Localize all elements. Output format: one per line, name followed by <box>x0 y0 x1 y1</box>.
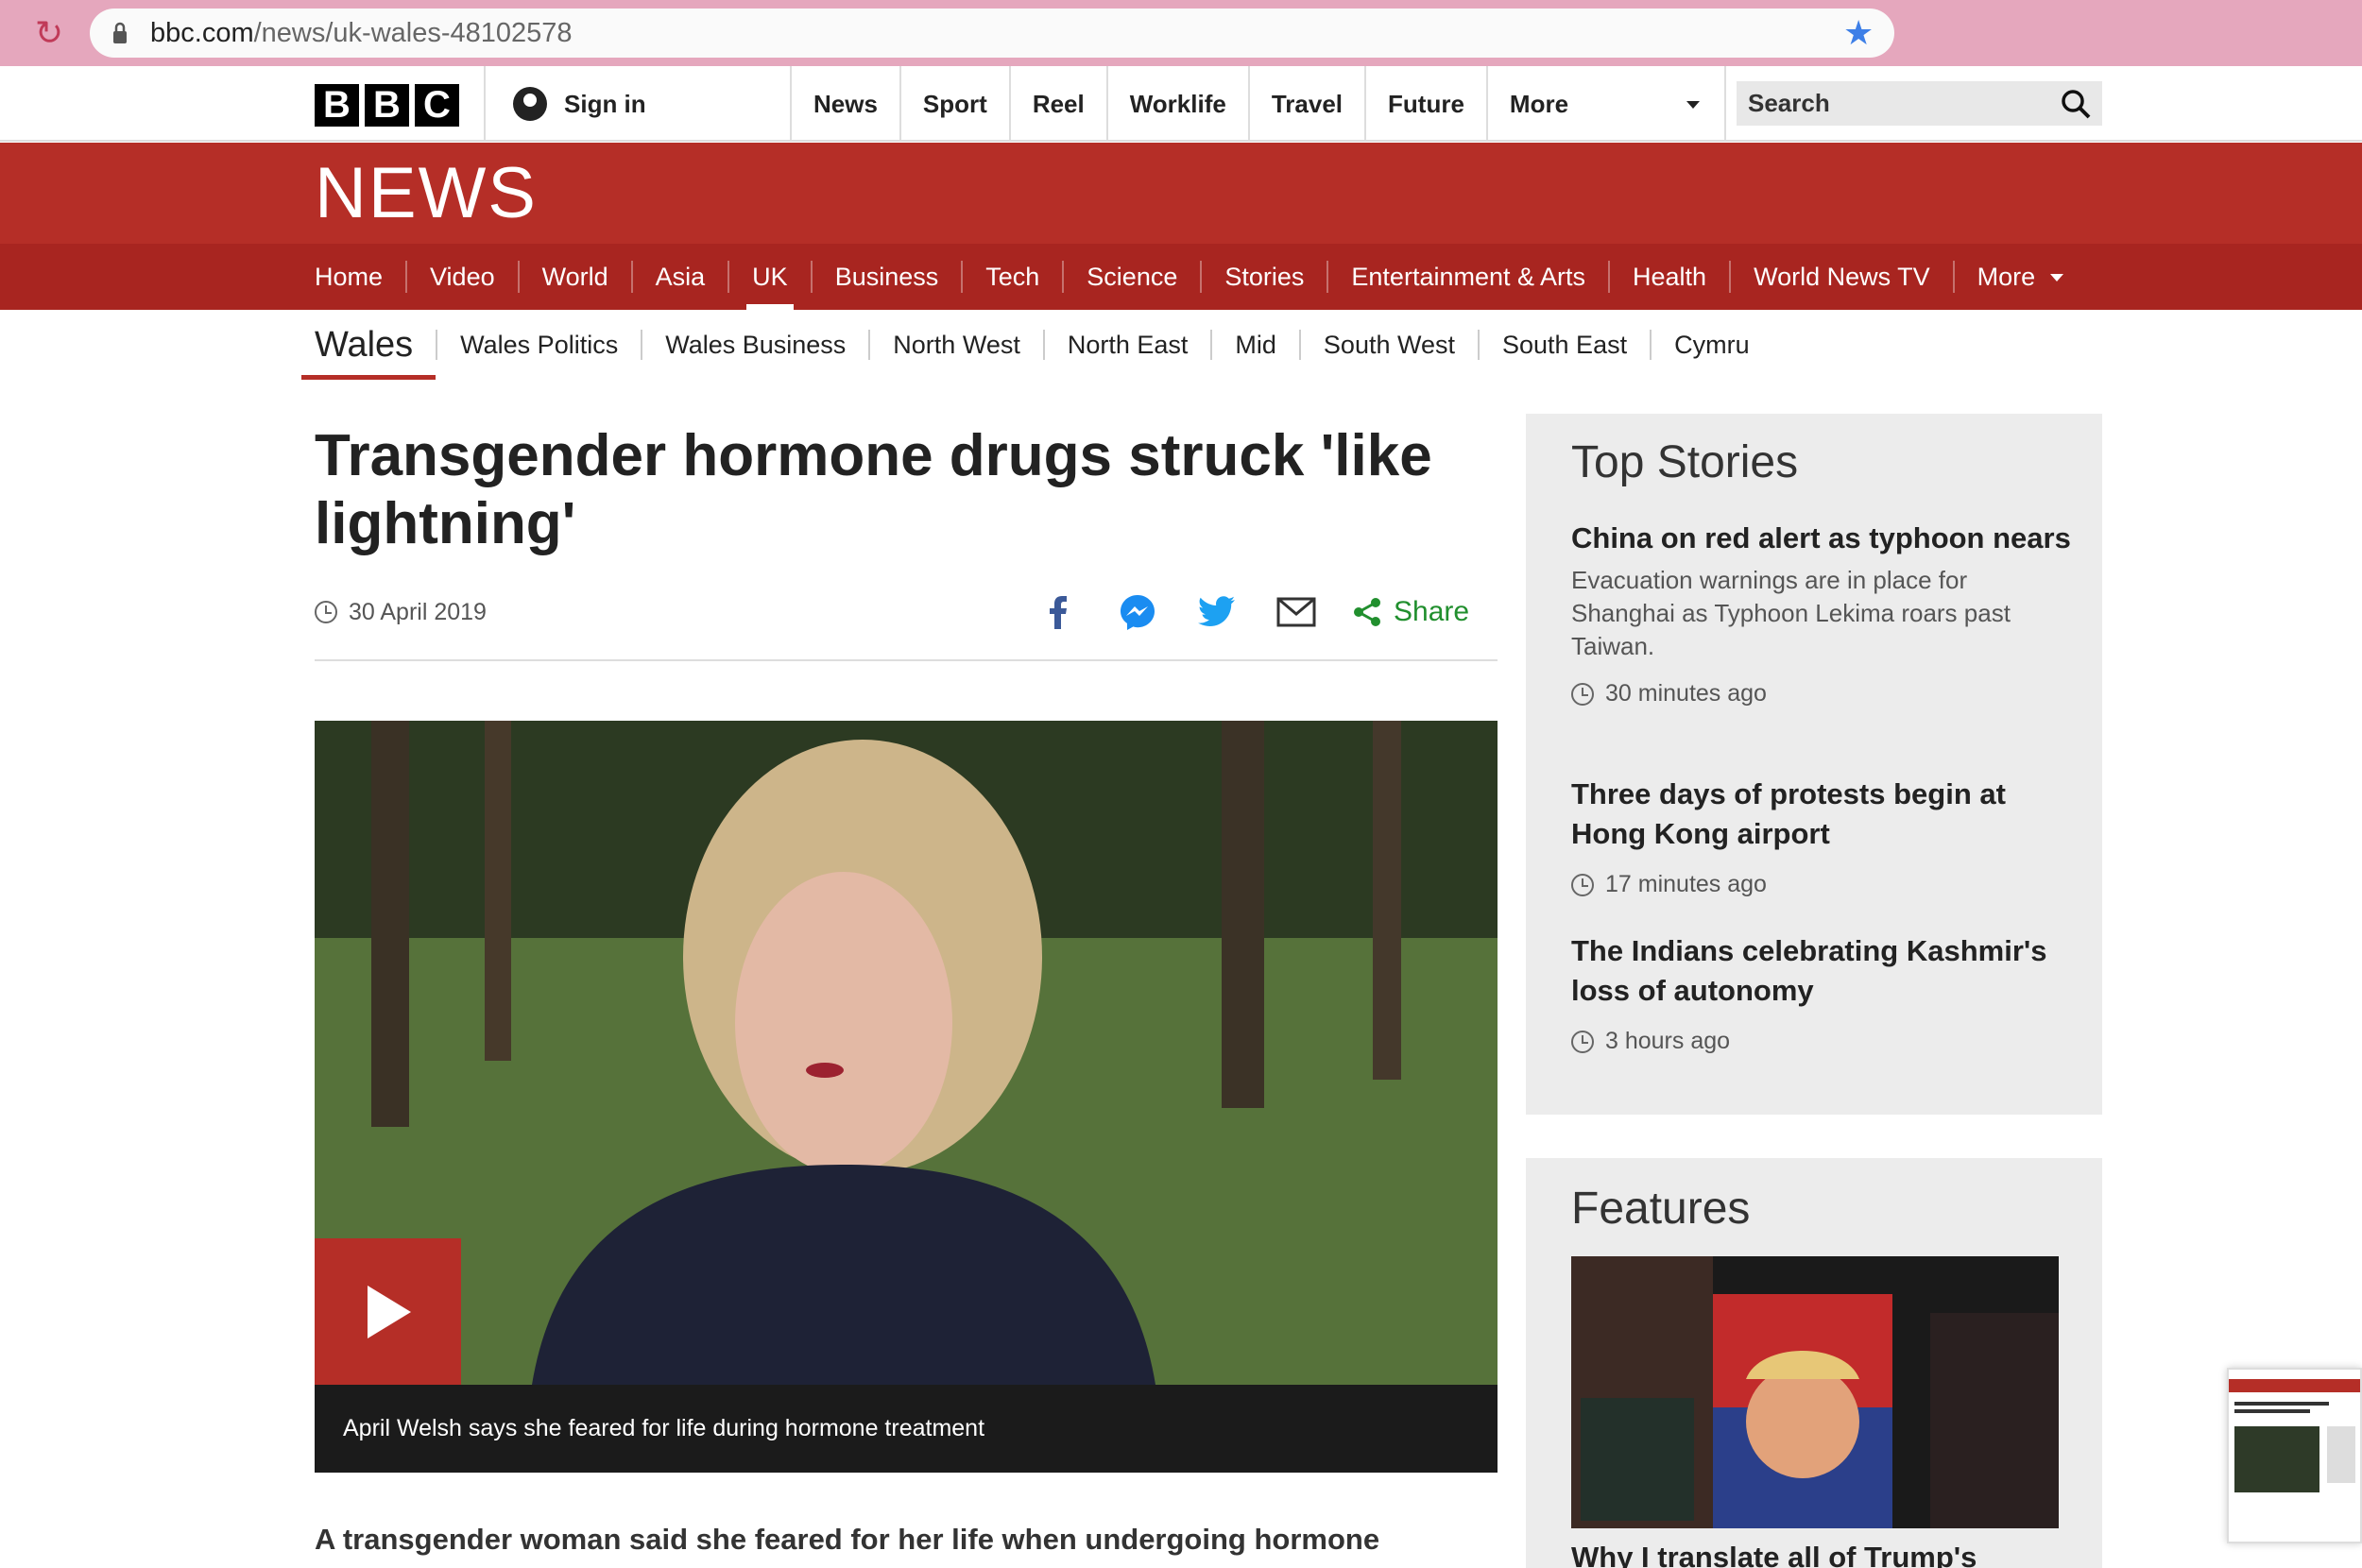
story-time-text: 3 hours ago <box>1605 1028 1731 1054</box>
bbc-logo[interactable]: B B C <box>315 84 459 127</box>
global-nav-worklife[interactable]: Worklife <box>1105 66 1248 142</box>
nav-science[interactable]: Science <box>1062 261 1200 293</box>
messenger-icon[interactable] <box>1114 588 1161 636</box>
feature-headline[interactable]: Why I translate all of Trump's <box>1571 1541 1977 1568</box>
subnav-mid[interactable]: Mid <box>1210 330 1299 360</box>
global-nav-reel[interactable]: Reel <box>1008 66 1106 142</box>
global-nav-links: News Sport Reel Worklife Travel Future M… <box>790 66 1726 142</box>
browser-toolbar: ↻ bbc.com/news/uk-wales-48102578 ★ <box>0 0 2362 66</box>
story-title[interactable]: The Indians celebrating Kashmir's loss o… <box>1571 931 2072 1011</box>
clock-icon <box>315 601 337 623</box>
share-icon <box>1354 598 1380 626</box>
top-stories-panel: Top Stories China on red alert as typhoo… <box>1526 414 2102 1115</box>
tab-preview-thumbnail[interactable] <box>2227 1368 2362 1543</box>
clock-icon <box>1571 873 1594 896</box>
share-label: Share <box>1394 596 1470 627</box>
subnav-wales-politics[interactable]: Wales Politics <box>436 330 641 360</box>
wales-subnav: Wales Wales Politics Wales Business Nort… <box>300 312 1772 380</box>
video-caption: April Welsh says she feared for life dur… <box>343 1415 985 1441</box>
bbc-global-nav: B B C Sign in News Sport Reel Worklife T… <box>0 66 2362 142</box>
subnav-north-west[interactable]: North West <box>868 330 1043 360</box>
nav-home[interactable]: Home <box>315 261 405 293</box>
story-time-text: 17 minutes ago <box>1605 871 1767 897</box>
global-nav-travel[interactable]: Travel <box>1247 66 1364 142</box>
play-button[interactable] <box>315 1238 461 1385</box>
top-stories-title: Top Stories <box>1571 437 1799 487</box>
features-title: Features <box>1571 1184 1751 1234</box>
story-timestamp: 30 minutes ago <box>1571 680 2072 707</box>
article-headline: Transgender hormone drugs struck 'like l… <box>315 423 1432 556</box>
logo-letter: B <box>365 84 409 127</box>
url-text[interactable]: bbc.com/news/uk-wales-48102578 <box>150 9 573 58</box>
nav-business[interactable]: Business <box>810 261 962 293</box>
story-title[interactable]: Three days of protests begin at Hong Kon… <box>1571 775 2072 854</box>
news-banner: NEWS <box>0 143 2362 244</box>
nav-world-news-tv[interactable]: World News TV <box>1729 261 1953 293</box>
global-nav-news[interactable]: News <box>790 66 899 142</box>
reload-icon[interactable]: ↻ <box>30 14 68 52</box>
share-button[interactable]: Share <box>1352 596 1469 628</box>
divider <box>484 66 486 142</box>
video-thumbnail[interactable] <box>315 721 1498 1385</box>
divider <box>315 659 1498 661</box>
features-panel: Features Why I translate all of Trump's <box>1526 1158 2102 1568</box>
email-icon[interactable] <box>1273 588 1320 636</box>
video-player[interactable]: April Welsh says she feared for life dur… <box>315 721 1498 1473</box>
feature-image[interactable] <box>1571 1256 2059 1528</box>
global-nav-more[interactable]: More <box>1485 66 1726 142</box>
clock-icon <box>1571 1030 1594 1053</box>
search-icon[interactable] <box>2061 89 2091 119</box>
logo-letter: B <box>315 84 359 127</box>
subnav-south-east[interactable]: South East <box>1478 330 1650 360</box>
nav-video[interactable]: Video <box>405 261 518 293</box>
nav-health[interactable]: Health <box>1608 261 1729 293</box>
subnav-cymru[interactable]: Cymru <box>1650 330 1772 360</box>
twitter-icon[interactable] <box>1193 588 1241 636</box>
search-box[interactable]: Search <box>1737 81 2102 126</box>
clock-icon <box>1571 682 1594 706</box>
top-story-item[interactable]: China on red alert as typhoon nears Evac… <box>1571 519 2072 707</box>
story-timestamp: 3 hours ago <box>1571 1028 2072 1055</box>
story-time-text: 30 minutes ago <box>1605 680 1767 707</box>
global-nav-future[interactable]: Future <box>1364 66 1486 142</box>
user-icon <box>513 87 547 121</box>
news-nav: Home Video World Asia UK Business Tech S… <box>0 244 2362 310</box>
story-timestamp: 17 minutes ago <box>1571 871 2072 898</box>
nav-world[interactable]: World <box>517 261 631 293</box>
top-story-item[interactable]: Three days of protests begin at Hong Kon… <box>1571 775 2072 898</box>
subnav-south-west[interactable]: South West <box>1298 330 1478 360</box>
article-date: 30 April 2019 <box>315 595 487 629</box>
address-bar[interactable]: bbc.com/news/uk-wales-48102578 ★ <box>90 9 1894 58</box>
search-input[interactable]: Search <box>1748 81 1830 126</box>
nav-asia[interactable]: Asia <box>630 261 728 293</box>
bookmark-star-icon[interactable]: ★ <box>1843 16 1877 50</box>
lock-icon <box>113 22 127 43</box>
facebook-icon[interactable] <box>1035 588 1082 636</box>
story-title[interactable]: China on red alert as typhoon nears <box>1571 519 2072 558</box>
nav-uk[interactable]: UK <box>727 261 811 310</box>
subnav-wales-business[interactable]: Wales Business <box>641 330 868 360</box>
news-logo[interactable]: NEWS <box>315 156 538 231</box>
story-summary: Evacuation warnings are in place for Sha… <box>1571 566 2011 660</box>
top-story-item[interactable]: The Indians celebrating Kashmir's loss o… <box>1571 931 2072 1055</box>
nav-entertainment-arts[interactable]: Entertainment & Arts <box>1326 261 1608 293</box>
nav-more[interactable]: More <box>1952 261 2076 293</box>
subnav-north-east[interactable]: North East <box>1042 330 1211 360</box>
sign-in-link[interactable]: Sign in <box>513 66 646 142</box>
article-date-text: 30 April 2019 <box>349 598 487 625</box>
subnav-section-wales[interactable]: Wales <box>300 316 436 380</box>
nav-stories[interactable]: Stories <box>1200 261 1326 293</box>
sign-in-label: Sign in <box>564 89 646 118</box>
logo-letter: C <box>415 84 459 127</box>
share-tools: Share <box>1035 588 1469 637</box>
play-icon <box>368 1286 411 1338</box>
global-nav-sport[interactable]: Sport <box>899 66 1009 142</box>
nav-tech[interactable]: Tech <box>961 261 1062 293</box>
article-lead-paragraph: A transgender woman said she feared for … <box>315 1523 1380 1556</box>
